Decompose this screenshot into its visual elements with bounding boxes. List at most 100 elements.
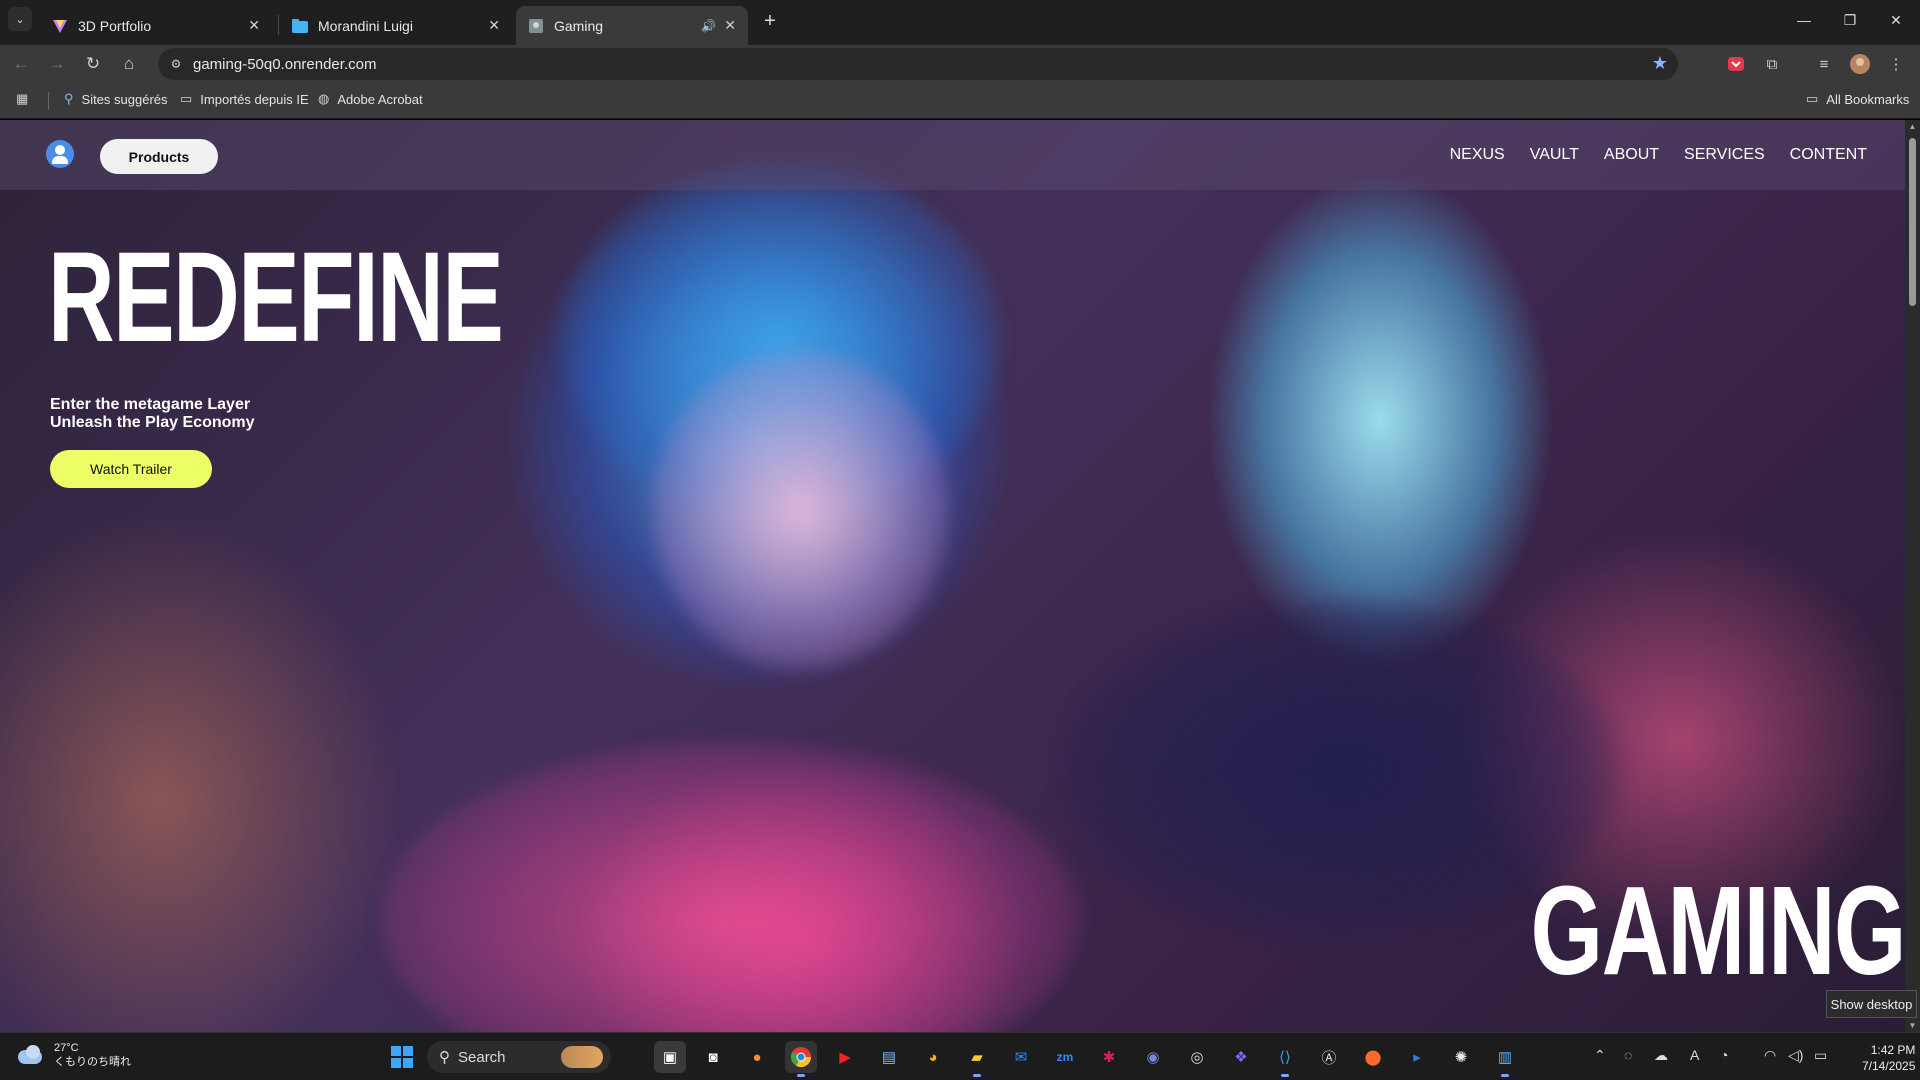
bookmark-imported-ie[interactable]: ▭ Importés depuis IE — [180, 91, 309, 107]
notepad-icon[interactable]: ▥ — [1489, 1041, 1521, 1077]
tab-title: Gaming — [554, 17, 604, 34]
battery-icon[interactable]: ▭ — [1814, 1047, 1827, 1064]
scrollbar-thumb[interactable] — [1909, 138, 1916, 306]
zoom-icon[interactable]: zm — [1049, 1041, 1081, 1073]
nav-link-services[interactable]: SERVICES — [1684, 146, 1765, 164]
windows-start-icon[interactable] — [391, 1046, 413, 1068]
scroll-up-icon[interactable]: ▲ — [1908, 122, 1917, 131]
chatgpt-icon[interactable]: ✺ — [1445, 1041, 1477, 1073]
tab-close-icon[interactable]: ✕ — [488, 17, 500, 34]
bookmark-star-icon[interactable]: ★ — [1652, 53, 1668, 74]
hero-background-art — [650, 350, 950, 670]
nav-link-vault[interactable]: VAULT — [1530, 146, 1579, 164]
nav-link-about[interactable]: ABOUT — [1604, 146, 1659, 164]
system-clock[interactable]: 1:42 PM 7/14/2025 — [1862, 1042, 1915, 1074]
more-menu-icon[interactable]: ⋮ — [1884, 52, 1908, 76]
bookmark-adobe-acrobat[interactable]: ◍ Adobe Acrobat — [318, 91, 423, 107]
github-icon[interactable]: ◎ — [1181, 1041, 1213, 1073]
nav-links: NEXUS VAULT ABOUT SERVICES CONTENT — [1450, 146, 1867, 164]
forward-arrow-icon[interactable]: → — [44, 51, 70, 77]
vscode-icon[interactable]: ⟨⟩ — [1269, 1041, 1301, 1077]
back-arrow-icon[interactable]: ← — [8, 51, 34, 77]
discord-icon[interactable]: ◉ — [1137, 1041, 1169, 1073]
globe-icon: ◍ — [318, 91, 330, 106]
browser-toolbar: ← → ↻ ⌂ ⚙ gaming-50q0.onrender.com ★ ⧉ ≡… — [0, 45, 1920, 82]
bookmarks-bar: ▦ ⚲ Sites suggérés ▭ Importés depuis IE … — [0, 82, 1920, 119]
user-avatar-icon[interactable] — [46, 140, 74, 168]
media-control-icon[interactable]: ≡ — [1812, 52, 1836, 76]
bookmark-label: All Bookmarks — [1826, 91, 1910, 107]
clock-date: 7/14/2025 — [1862, 1059, 1916, 1073]
home-icon[interactable]: ⌂ — [116, 51, 142, 77]
volume-icon[interactable]: ◁) — [1788, 1047, 1803, 1064]
page-scrollbar[interactable]: ▲ ▼ — [1905, 120, 1920, 1032]
outlook-icon[interactable]: ✉ — [1005, 1041, 1037, 1073]
tab-close-icon[interactable]: ✕ — [724, 17, 736, 34]
onedrive-icon[interactable]: ☁ — [1654, 1047, 1668, 1064]
show-desktop-tooltip: Show desktop — [1826, 990, 1917, 1018]
taskbar-search[interactable]: ⚲ Search — [427, 1041, 611, 1073]
address-bar[interactable]: ⚙ gaming-50q0.onrender.com ★ — [158, 48, 1678, 80]
powershell-icon[interactable]: ▸ — [1401, 1041, 1433, 1073]
copilot-icon[interactable]: ❖ — [1225, 1041, 1257, 1073]
wifi-icon[interactable]: ◠ — [1764, 1047, 1776, 1064]
search-icon: ⚲ — [439, 1049, 450, 1066]
profile-avatar-icon[interactable] — [1848, 52, 1872, 76]
bookmark-label: Sites suggérés — [81, 91, 168, 107]
extensions-puzzle-icon[interactable]: ⧉ — [1760, 52, 1784, 76]
tray-clock-icon[interactable]: ◔ — [1720, 1047, 1728, 1063]
weather-temp: 27°C — [54, 1042, 79, 1054]
bookmark-label: Importés depuis IE — [200, 91, 309, 107]
hero-subtitle-line: Unleash the Play Economy — [50, 414, 255, 431]
task-view-icon[interactable]: ▣ — [654, 1041, 686, 1073]
all-bookmarks-folder[interactable]: ▭ All Bookmarks — [1806, 91, 1909, 107]
pocket-extension-icon[interactable] — [1724, 52, 1748, 76]
font-input-icon[interactable]: A — [1690, 1047, 1699, 1063]
reload-icon[interactable]: ↻ — [80, 51, 106, 77]
tab-close-icon[interactable]: ✕ — [248, 17, 260, 34]
tray-sync-icon[interactable]: ◌ — [1624, 1047, 1632, 1063]
tab-search-button[interactable]: ⌄ — [8, 7, 32, 31]
screen: ⌄ 3D Portfolio ✕ Morandini Luigi ✕ Gamin… — [0, 0, 1920, 1080]
photos-app-icon[interactable]: ◕ — [917, 1041, 949, 1073]
chevron-up-icon[interactable]: ⌃ — [1594, 1047, 1606, 1064]
nav-link-nexus[interactable]: NEXUS — [1450, 146, 1505, 164]
bookmark-suggested-sites[interactable]: ⚲ Sites suggérés — [64, 91, 168, 107]
window-close-icon[interactable]: ✕ — [1876, 8, 1916, 32]
slack-icon[interactable]: ✱ — [1093, 1041, 1125, 1073]
tab-3d-portfolio[interactable]: 3D Portfolio ✕ — [40, 6, 272, 45]
gaming-favicon-icon — [528, 18, 544, 34]
apps-grid-icon[interactable]: ▦ — [16, 91, 36, 107]
chrome-icon[interactable] — [785, 1041, 817, 1077]
speaker-icon[interactable]: 🔊 — [701, 19, 716, 33]
taskbar: 27°C くもりのち晴れ ⚲ Search ▣ ◙ ● ▶ ▤ ◕ ▰ ✉ zm… — [0, 1032, 1920, 1080]
tab-title: 3D Portfolio — [78, 17, 152, 34]
tab-morandini-luigi[interactable]: Morandini Luigi ✕ — [280, 6, 512, 45]
youtube-icon[interactable]: ▶ — [829, 1041, 861, 1073]
a-app-icon[interactable]: Ⓐ — [1313, 1041, 1345, 1073]
file-explorer-icon[interactable]: ▰ — [961, 1041, 993, 1077]
watch-trailer-button[interactable]: Watch Trailer — [50, 450, 212, 488]
clock-time: 1:42 PM — [1870, 1043, 1916, 1057]
weather-widget[interactable]: 27°C くもりのち晴れ — [16, 1041, 131, 1069]
microsoft-store-icon[interactable]: ▤ — [873, 1041, 905, 1073]
products-button[interactable]: Products — [100, 139, 218, 174]
hero-subtitle-line: Enter the metagame Layer — [50, 396, 251, 413]
site-info-icon[interactable]: ⚙ — [168, 56, 184, 72]
new-tab-button[interactable]: + — [758, 9, 782, 33]
restore-icon[interactable]: ❐ — [1830, 8, 1870, 32]
search-icon: ⚲ — [64, 91, 74, 106]
nav-link-content[interactable]: CONTENT — [1790, 146, 1867, 164]
camera-app-icon[interactable]: ◙ — [697, 1041, 729, 1073]
postman-icon[interactable]: ⬤ — [1357, 1041, 1389, 1073]
minimize-icon[interactable]: — — [1784, 8, 1824, 32]
folder-icon: ▭ — [1806, 91, 1819, 106]
bookmark-separator — [48, 92, 49, 110]
tab-gaming[interactable]: Gaming 🔊 ✕ — [516, 6, 748, 45]
hero-subtitle: Enter the metagame Layer Unleash the Pla… — [50, 396, 255, 432]
folder-favicon-icon — [292, 18, 308, 34]
search-highlight-icon — [561, 1046, 603, 1068]
scroll-down-icon[interactable]: ▼ — [1908, 1021, 1917, 1030]
browser-tabstrip: ⌄ 3D Portfolio ✕ Morandini Luigi ✕ Gamin… — [0, 0, 1920, 45]
firefox-icon[interactable]: ● — [741, 1041, 773, 1073]
